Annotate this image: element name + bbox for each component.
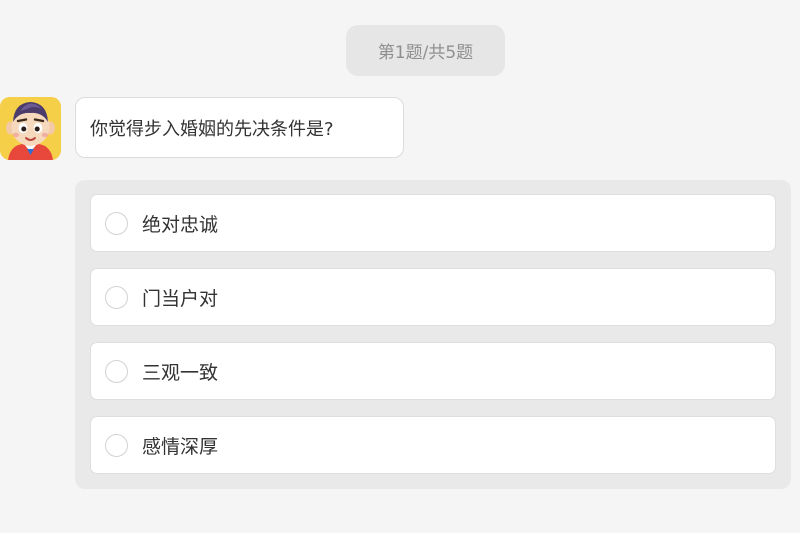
question-text: 你觉得步入婚姻的先决条件是? <box>90 118 334 140</box>
radio-unchecked-icon[interactable] <box>105 211 128 235</box>
radio-unchecked-icon[interactable] <box>105 433 128 457</box>
option-2[interactable]: 三观一致 <box>90 342 776 400</box>
option-3[interactable]: 感情深厚 <box>90 416 776 474</box>
option-label: 绝对忠诚 <box>142 213 219 236</box>
question-progress-text: 第1题/共5题 <box>377 43 474 63</box>
question-progress-badge: 第1题/共5题 <box>346 25 505 76</box>
option-label: 感情深厚 <box>142 435 219 458</box>
option-label: 门当户对 <box>142 287 219 310</box>
radio-unchecked-icon[interactable] <box>105 285 128 309</box>
radio-unchecked-icon[interactable] <box>105 359 128 383</box>
avatar <box>0 97 61 160</box>
question-bubble: 你觉得步入婚姻的先决条件是? <box>75 97 404 158</box>
option-label: 三观一致 <box>142 361 219 384</box>
option-1[interactable]: 门当户对 <box>90 268 776 326</box>
cartoon-boy-avatar-icon <box>0 97 61 160</box>
options-panel: 绝对忠诚 门当户对 三观一致 感情深厚 <box>75 180 791 489</box>
option-0[interactable]: 绝对忠诚 <box>90 194 776 252</box>
quiz-screen: 第1题/共5题 你觉得步入婚姻的先决条件是? 绝对忠诚 门当户对 三观一致 感情… <box>0 0 800 533</box>
